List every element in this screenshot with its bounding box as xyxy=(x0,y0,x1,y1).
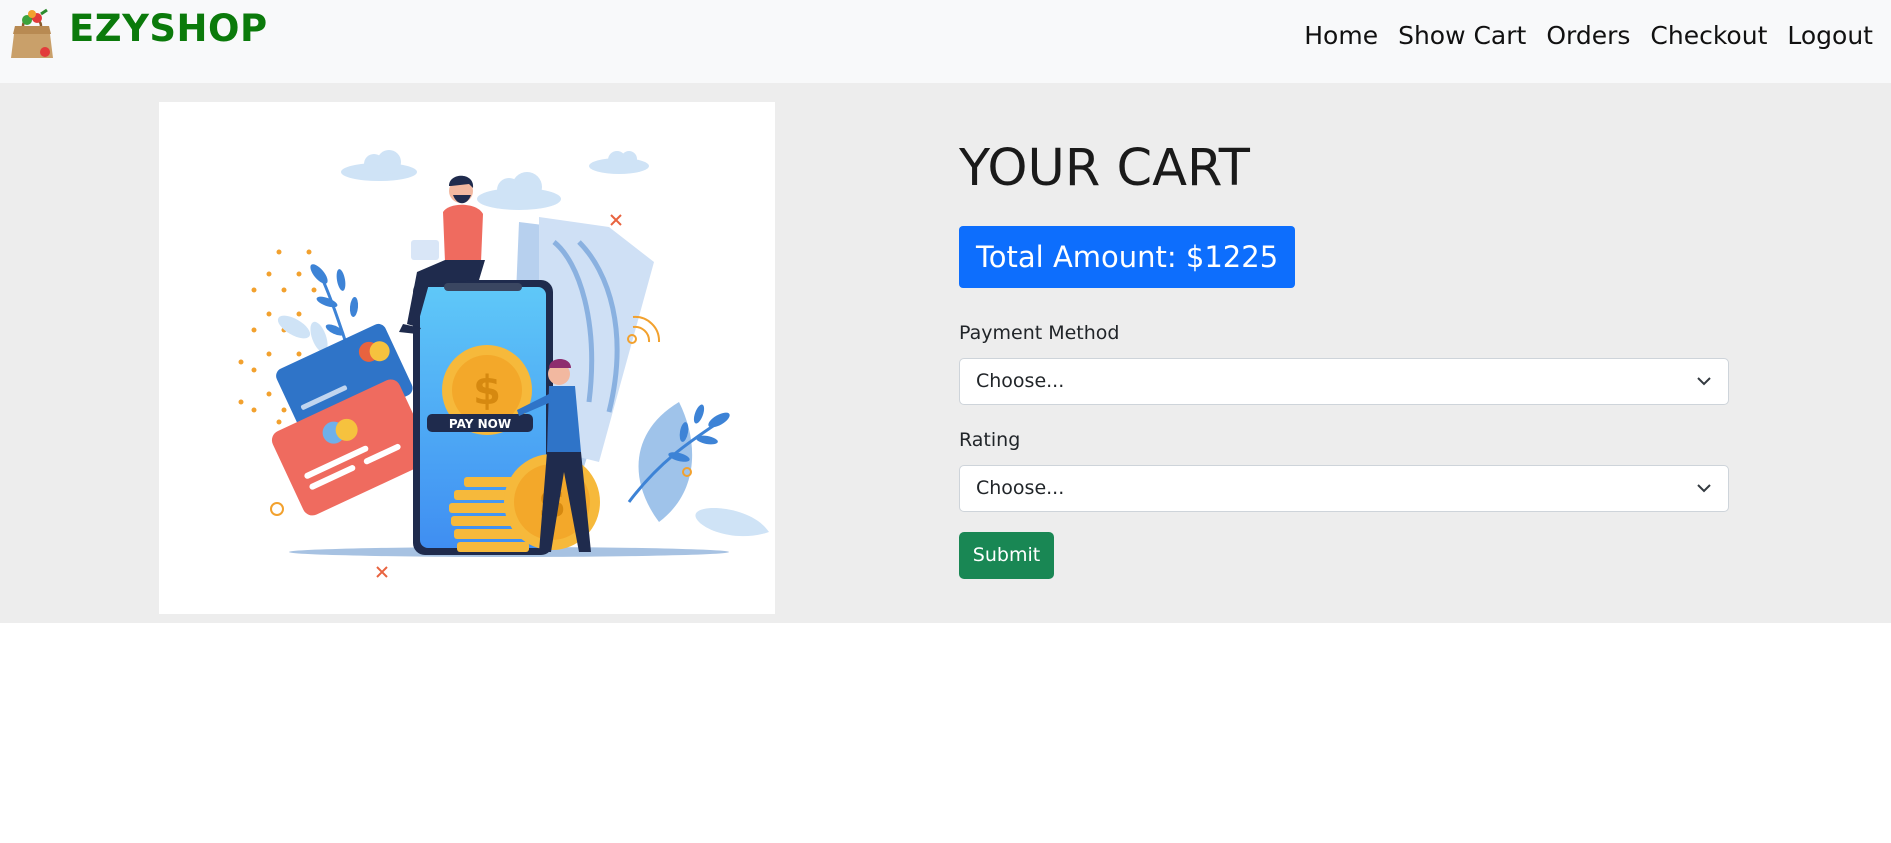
navbar: EZYSHOP Home Show Cart Orders Checkout L… xyxy=(0,0,1891,83)
svg-text:$: $ xyxy=(473,368,501,414)
pay-now-text: PAY NOW xyxy=(449,417,511,431)
rating-label: Rating xyxy=(959,429,1021,451)
cart-section: $ PAY NOW $ xyxy=(0,83,1891,623)
shopping-bag-icon xyxy=(11,8,53,58)
payment-method-value: Choose... xyxy=(976,370,1065,392)
payment-illustration: $ PAY NOW $ xyxy=(159,102,775,614)
brand-name: EZYSHOP xyxy=(69,6,268,50)
chevron-down-icon xyxy=(1697,484,1711,493)
nav-link-checkout[interactable]: Checkout xyxy=(1640,18,1777,54)
rating-select[interactable]: Choose... xyxy=(959,465,1729,512)
page-title: YOUR CART xyxy=(959,139,1250,198)
nav-link-logout[interactable]: Logout xyxy=(1777,18,1883,54)
rating-value: Choose... xyxy=(976,477,1065,499)
payment-method-label: Payment Method xyxy=(959,322,1120,344)
total-amount-badge: Total Amount: $1225 xyxy=(959,226,1296,288)
chevron-down-icon xyxy=(1697,377,1711,386)
nav-link-show-cart[interactable]: Show Cart xyxy=(1388,18,1536,54)
nav-links: Home Show Cart Orders Checkout Logout xyxy=(1294,18,1883,54)
brand-link[interactable]: EZYSHOP xyxy=(7,6,268,60)
nav-link-home[interactable]: Home xyxy=(1294,18,1388,54)
mobile-payment-illustration: $ PAY NOW $ xyxy=(238,150,769,578)
nav-link-orders[interactable]: Orders xyxy=(1536,18,1640,54)
payment-method-select[interactable]: Choose... xyxy=(959,358,1729,405)
submit-button[interactable]: Submit xyxy=(959,532,1054,579)
